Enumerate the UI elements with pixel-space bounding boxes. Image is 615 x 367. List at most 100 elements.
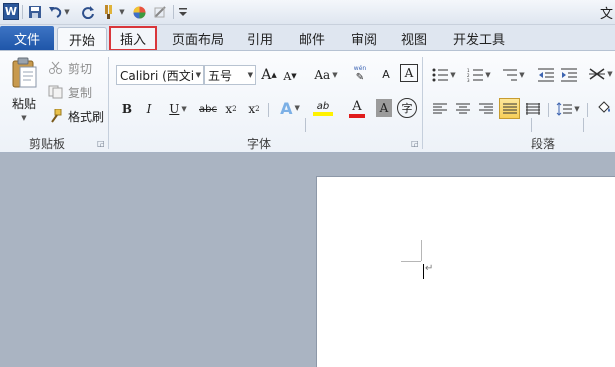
copy-icon [48, 85, 63, 99]
shrink-font-button[interactable]: A ▼ [282, 67, 298, 85]
shrink-font-icon: A [283, 69, 292, 83]
paintbrush-icon [51, 109, 62, 123]
toolbar-separator [268, 103, 269, 117]
chevron-down-icon: ▼ [450, 71, 456, 79]
paragraph-mark: ↵ [425, 263, 434, 274]
margin-crop-mark [401, 261, 421, 262]
chevron-down-icon: ▼ [519, 71, 525, 79]
clipboard-group-label: 剪贴板 [28, 137, 65, 151]
toolbar-separator [531, 118, 532, 132]
align-left-button[interactable] [430, 99, 450, 119]
line-spacing-button[interactable]: ▼ [554, 99, 582, 119]
text-effect-button[interactable]: A ▼ [276, 97, 304, 119]
char-shading-button[interactable]: A [376, 99, 392, 117]
decrease-indent-icon [538, 68, 554, 82]
dialog-launcher-icon[interactable]: ◲ [411, 139, 419, 148]
dialog-launcher-icon[interactable]: ◲ [97, 139, 105, 148]
tab-home[interactable]: 开始 [57, 27, 107, 51]
tab-insert[interactable]: 插入 [109, 26, 157, 51]
align-left-icon [433, 103, 447, 114]
save-icon[interactable] [27, 3, 43, 21]
increase-indent-icon [561, 68, 577, 82]
redo-icon[interactable] [80, 3, 96, 21]
undo-icon[interactable]: ▼ [48, 3, 70, 21]
superscript-button[interactable]: x2 [245, 99, 263, 119]
cut-button[interactable]: 剪切 [48, 59, 92, 77]
char-border-button[interactable]: A [400, 64, 418, 82]
superscript-icon: x [248, 102, 256, 116]
chevron-down-icon: ▼ [247, 71, 253, 79]
strikethrough-button[interactable]: abc [197, 99, 219, 119]
copy-label: 复制 [68, 85, 93, 100]
chinese-layout-icon [589, 68, 606, 80]
justify-button[interactable] [499, 98, 520, 119]
color-wheel-icon[interactable] [132, 3, 146, 21]
highlighter-icon: ab [316, 100, 330, 112]
multilevel-list-button[interactable]: ▼ [499, 65, 527, 85]
chevron-down-icon: ▼ [21, 114, 27, 122]
tab-review[interactable]: 审阅 [344, 27, 384, 50]
change-case-button[interactable]: Aa ▼ [313, 65, 339, 85]
format-painter-icon[interactable]: ▼ [100, 3, 126, 21]
multilevel-list-icon [503, 69, 518, 81]
align-right-icon [479, 103, 493, 114]
chevron-down-icon: ▼ [574, 105, 580, 113]
format-painter-button[interactable]: 格式刷 [48, 107, 104, 125]
font-color-button[interactable]: A [342, 97, 372, 119]
tab-developer[interactable]: 开发工具 [445, 27, 513, 50]
chevron-down-icon: ▼ [485, 71, 491, 79]
italic-button[interactable]: I [141, 99, 157, 119]
bold-button[interactable]: B [118, 99, 136, 119]
phonetic-guide-button[interactable]: wén ✎ [350, 62, 370, 86]
decrease-indent-button[interactable] [537, 65, 555, 85]
enclose-char-button[interactable]: 字 [397, 98, 417, 118]
numbering-button[interactable]: 123 ▼ [465, 65, 493, 85]
chevron-down-icon: ▼ [181, 105, 187, 113]
font-name-select[interactable]: Calibri (西文i ▼ [116, 65, 204, 85]
line-spacing-icon [556, 102, 573, 116]
font-size-select[interactable]: 五号 ▼ [204, 65, 256, 85]
highlight-button[interactable]: ab [307, 97, 339, 119]
format-painter-label: 格式刷 [68, 109, 105, 124]
distributed-icon [526, 103, 540, 115]
copy-button[interactable]: 复制 [48, 83, 92, 101]
word-app-icon[interactable]: W [3, 3, 19, 20]
align-center-button[interactable] [453, 99, 473, 119]
chevron-down-icon: ▼ [195, 71, 201, 79]
customize-qat-icon[interactable] [178, 3, 188, 21]
underline-button[interactable]: U ▼ [165, 99, 191, 119]
phonetic-icon: wén [353, 65, 367, 72]
tab-references[interactable]: 引用 [240, 27, 280, 50]
document-page[interactable]: ↵ [316, 176, 615, 367]
tab-file[interactable]: 文件 [0, 26, 54, 50]
title-bar: W ▼ ▼ 文 [0, 0, 615, 25]
grow-font-button[interactable]: A ▲ [261, 65, 277, 85]
document-area: ↵ [0, 153, 615, 367]
font-size-value: 五号 [208, 68, 233, 83]
chevron-down-icon: ▼ [607, 70, 613, 78]
tab-mailings[interactable]: 邮件 [292, 27, 332, 50]
bullets-button[interactable]: ▼ [430, 65, 458, 85]
distributed-button[interactable] [523, 99, 543, 119]
font-group-label: 字体 [246, 137, 271, 151]
clear-format-button[interactable]: A [376, 63, 396, 85]
font-color-icon: A [352, 98, 362, 114]
align-right-button[interactable] [476, 99, 496, 119]
qat-separator [173, 5, 174, 19]
group-separator [422, 57, 423, 149]
tab-view[interactable]: 视图 [394, 27, 434, 50]
paste-icon [12, 57, 37, 88]
increase-indent-button[interactable] [560, 65, 578, 85]
tab-page-layout[interactable]: 页面布局 [164, 27, 232, 50]
toolbar-separator [583, 118, 584, 132]
paste-button[interactable]: 粘贴 ▼ [6, 57, 42, 129]
font-name-value: Calibri (西文i [120, 68, 195, 83]
draw-icon[interactable] [152, 3, 168, 21]
subscript-button[interactable]: x2 [222, 99, 240, 119]
ribbon-home: 粘贴 ▼ 剪切 复制 格式刷 剪贴板 ◲ Calibri (西文i ▼ 五号 ▼ A… [0, 50, 615, 153]
chinese-layout-button[interactable]: ▼ [588, 63, 614, 85]
qat-separator [22, 5, 23, 19]
group-separator [108, 57, 109, 149]
shading-button[interactable] [593, 98, 615, 118]
toolbar-separator [587, 103, 588, 117]
